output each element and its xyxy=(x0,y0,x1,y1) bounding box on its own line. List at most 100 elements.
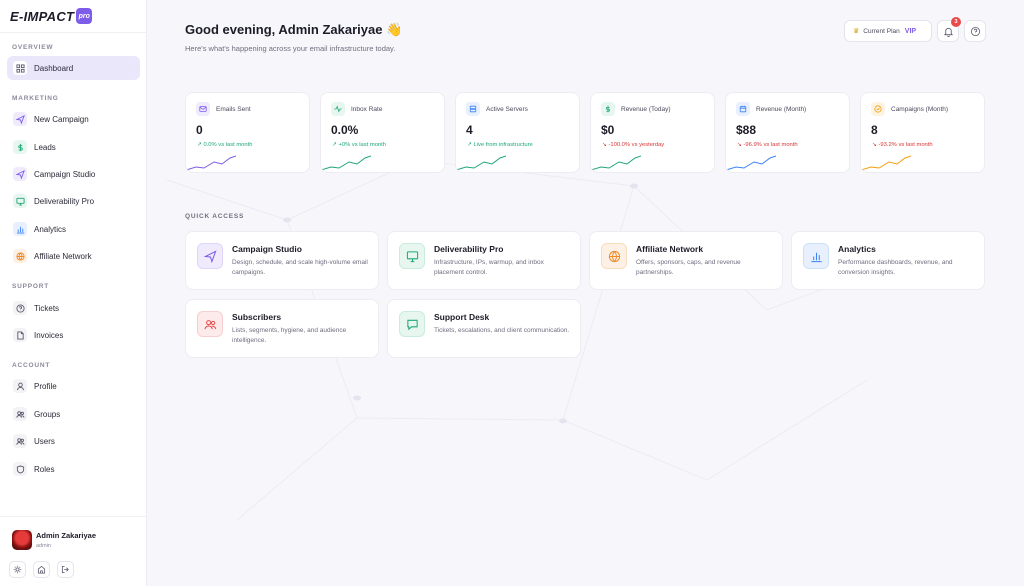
section-support: SUPPORT xyxy=(12,283,50,290)
section-overview: OVERVIEW xyxy=(12,44,54,51)
plan-label: Current Plan xyxy=(863,27,900,35)
users-icon xyxy=(13,434,27,448)
brand-logo[interactable]: E-IMPACT pro xyxy=(10,8,93,24)
divider xyxy=(0,32,146,33)
sidebar-item-label: Tickets xyxy=(34,303,60,313)
stat-label: Active Servers xyxy=(486,105,528,113)
sidebar-item-label: Users xyxy=(34,436,55,446)
brand-badge: pro xyxy=(76,8,93,24)
grid-icon xyxy=(13,61,27,75)
stat-card-revenue-today: Revenue (Today) $0 ↘ -100.0% vs yesterda… xyxy=(590,92,715,173)
stat-change: ↘ -96.9% vs last month xyxy=(737,142,798,148)
users-icon xyxy=(13,407,27,421)
logout-button[interactable] xyxy=(57,561,74,578)
user-actions xyxy=(9,561,74,578)
sidebar-item-profile[interactable]: Profile xyxy=(7,374,140,398)
bell-icon xyxy=(943,26,954,37)
sidebar-item-roles[interactable]: Roles xyxy=(7,457,140,481)
sparkline xyxy=(591,155,641,171)
monitor-icon xyxy=(13,194,27,208)
notifications-button[interactable]: 3 xyxy=(937,17,961,42)
sidebar-item-dashboard[interactable]: Dashboard xyxy=(7,56,140,80)
sidebar-item-campaign-studio[interactable]: Campaign Studio xyxy=(7,162,140,186)
sun-icon xyxy=(13,565,22,574)
sidebar-item-label: Invoices xyxy=(34,330,64,340)
globe-icon xyxy=(601,243,627,269)
stat-change: ↘ -100.0% vs yesterday xyxy=(602,142,665,148)
sidebar-item-label: Affiliate Network xyxy=(34,251,92,261)
sidebar-item-label: Dashboard xyxy=(34,63,74,73)
quick-card-analytics[interactable]: Analytics Performance dashboards, revenu… xyxy=(791,231,985,290)
sparkline xyxy=(456,155,506,171)
sidebar-item-new-campaign[interactable]: New Campaign xyxy=(7,107,140,131)
sidebar-item-label: Profile xyxy=(34,381,57,391)
quick-card-description: Infrastructure, IPs, warmup, and inbox p… xyxy=(434,259,544,276)
notification-badge: 3 xyxy=(951,17,961,27)
sidebar-item-users[interactable]: Users xyxy=(7,429,140,453)
sidebar-item-tickets[interactable]: Tickets xyxy=(7,296,140,320)
sidebar-item-label: Roles xyxy=(34,464,55,474)
sidebar-item-label: New Campaign xyxy=(34,114,89,124)
stat-change: ↘ -93.2% vs last month xyxy=(872,142,933,148)
quick-card-support-desk[interactable]: Support Desk Tickets, escalations, and c… xyxy=(387,299,581,358)
quick-card-subscribers[interactable]: Subscribers Lists, segments, hygiene, an… xyxy=(185,299,379,358)
stat-value: $0 xyxy=(601,123,615,137)
user-panel: Admin Zakariyae admin xyxy=(0,516,146,578)
stat-label: Inbox Rate xyxy=(351,105,383,113)
stat-label: Campaigns (Month) xyxy=(891,105,949,113)
stat-change: ↗ Live from infrastructure xyxy=(467,142,533,148)
user-icon xyxy=(13,379,27,393)
home-button[interactable] xyxy=(33,561,50,578)
quick-card-title: Analytics xyxy=(838,244,876,254)
send-icon xyxy=(197,243,223,269)
sidebar-item-label: Leads xyxy=(34,142,56,152)
stat-card-emails-sent: Emails Sent 0 ↗ 0.0% vs last month xyxy=(185,92,310,173)
quick-card-campaign-studio[interactable]: Campaign Studio Design, schedule, and sc… xyxy=(185,231,379,290)
bar-chart-icon xyxy=(13,222,27,236)
quick-card-description: Tickets, escalations, and client communi… xyxy=(434,327,570,334)
help-circle-icon xyxy=(970,26,981,37)
file-icon xyxy=(13,328,27,342)
sidebar: E-IMPACT pro OVERVIEW Dashboard MARKETIN… xyxy=(0,0,147,586)
sidebar-item-label: Groups xyxy=(34,409,61,419)
sidebar-item-label: Campaign Studio xyxy=(34,169,96,179)
sidebar-item-analytics[interactable]: Analytics xyxy=(7,217,140,241)
sidebar-item-invoices[interactable]: Invoices xyxy=(7,323,140,347)
activity-icon xyxy=(331,102,345,116)
sidebar-item-leads[interactable]: Leads xyxy=(7,135,140,159)
stat-value: $88 xyxy=(736,123,757,137)
background-network-graphic xyxy=(166,159,928,521)
theme-toggle-button[interactable] xyxy=(9,561,26,578)
quick-card-title: Affiliate Network xyxy=(636,244,704,254)
brand-name: E-IMPACT xyxy=(10,8,75,24)
sidebar-item-deliverability-pro[interactable]: Deliverability Pro xyxy=(7,189,140,213)
sidebar-item-label: Deliverability Pro xyxy=(34,196,95,206)
quick-card-deliverability-pro[interactable]: Deliverability Pro Infrastructure, IPs, … xyxy=(387,231,581,290)
sparkline xyxy=(861,155,911,171)
main-content: Good evening, Admin Zakariyae 👋 Here's w… xyxy=(147,0,1024,586)
stat-label: Revenue (Month) xyxy=(756,105,807,113)
help-button[interactable] xyxy=(964,20,986,42)
avatar[interactable] xyxy=(12,530,32,550)
help-circle-icon xyxy=(13,301,27,315)
quick-card-affiliate-network[interactable]: Affiliate Network Offers, sponsors, caps… xyxy=(589,231,783,290)
sidebar-item-affiliate-network[interactable]: Affiliate Network xyxy=(7,244,140,268)
sidebar-item-groups[interactable]: Groups xyxy=(7,402,140,426)
stat-label: Emails Sent xyxy=(216,105,251,113)
current-plan-chip[interactable]: ♛ Current Plan VIP xyxy=(844,20,932,42)
crown-icon: ♛ xyxy=(853,28,860,35)
page-subtitle: Here's what's happening across your emai… xyxy=(185,44,396,53)
calendar-icon xyxy=(736,102,750,116)
stat-card-revenue-month: Revenue (Month) $88 ↘ -96.9% vs last mon… xyxy=(725,92,850,173)
home-icon xyxy=(37,565,46,574)
plan-value: VIP xyxy=(904,27,917,35)
section-account: ACCOUNT xyxy=(12,362,51,369)
sidebar-item-label: Analytics xyxy=(34,224,67,234)
quick-card-description: Design, schedule, and scale high-volume … xyxy=(232,259,368,276)
page-title: Good evening, Admin Zakariyae 👋 xyxy=(185,22,403,37)
globe-icon xyxy=(13,249,27,263)
stat-change: ↗ +0% vs last month xyxy=(332,142,386,148)
stat-value: 0 xyxy=(196,123,203,137)
quick-card-title: Deliverability Pro xyxy=(434,244,504,254)
send-icon xyxy=(13,167,27,181)
